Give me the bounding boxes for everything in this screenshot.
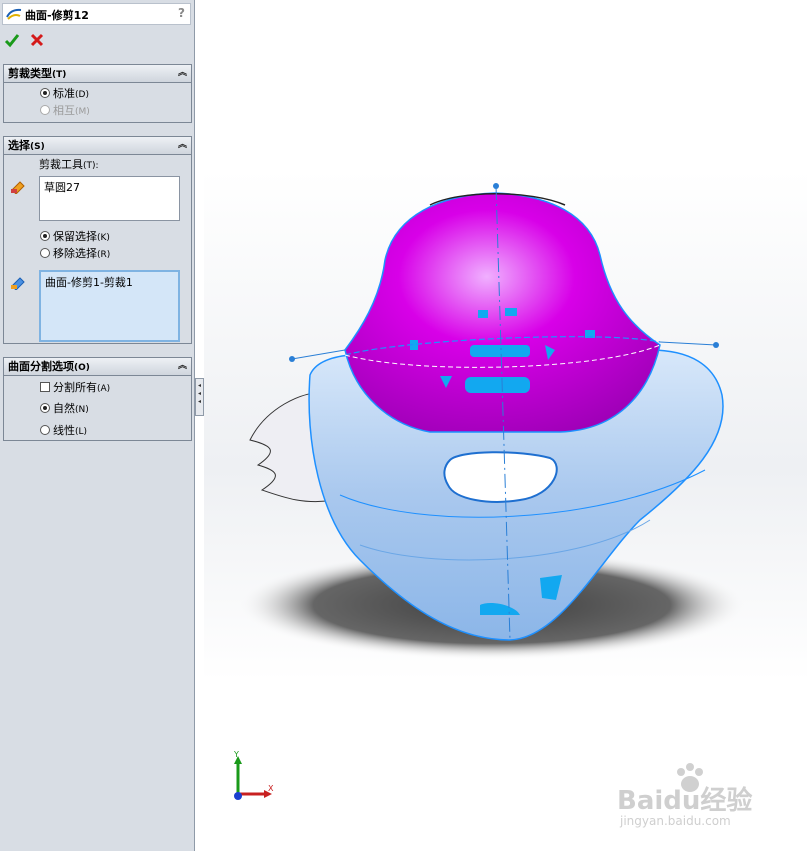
- radio-natural[interactable]: [40, 403, 50, 413]
- panel-collapse-handle[interactable]: ◂ ◂ ◂: [195, 378, 204, 416]
- collapse-chevron-icon[interactable]: ︽: [178, 137, 187, 154]
- trim-tool-hotkey: (T):: [83, 161, 99, 171]
- y-axis-label: Y: [234, 750, 239, 759]
- trim-tool-label-row: 剪裁工具(T):: [39, 157, 99, 172]
- radio-keep-selection[interactable]: [40, 231, 50, 241]
- keep-selection-label: 保留选择: [53, 230, 97, 243]
- natural-hotkey: (N): [75, 405, 89, 415]
- natural-label: 自然: [53, 402, 75, 415]
- pieces-selection-icon: [11, 277, 25, 290]
- pieces-listbox[interactable]: 曲面-修剪1-剪裁1: [39, 270, 180, 342]
- linear-hotkey: (L): [75, 427, 88, 437]
- split-all-label: 分割所有: [53, 381, 97, 394]
- checkbox-split-all[interactable]: [40, 382, 50, 392]
- cancel-x-icon[interactable]: [29, 32, 45, 48]
- feature-title: 曲面-修剪12: [25, 9, 89, 22]
- coordinate-triad: [234, 756, 272, 800]
- remove-selection-label: 移除选择: [53, 247, 97, 260]
- option-linear[interactable]: 线性(L): [40, 423, 87, 438]
- linear-label: 线性: [53, 424, 75, 437]
- radio-remove-selection[interactable]: [40, 248, 50, 258]
- option-remove-selection[interactable]: 移除选择(R): [40, 246, 110, 261]
- remove-selection-hotkey: (R): [97, 250, 111, 260]
- option-standard[interactable]: 标准(D): [40, 86, 89, 101]
- split-options-hotkey: (O): [74, 363, 90, 373]
- trim-tool-listbox[interactable]: 草圆27: [39, 176, 180, 221]
- trim-tool-selection-icon: [11, 181, 25, 194]
- pieces-item[interactable]: 曲面-修剪1-剪裁1: [45, 276, 133, 289]
- handle-line-right: [659, 341, 717, 346]
- selections-title: 选择: [8, 139, 30, 152]
- help-icon[interactable]: ?: [178, 6, 185, 20]
- model-view[interactable]: [204, 0, 807, 851]
- watermark-url: jingyan.baidu.com: [620, 814, 731, 828]
- handle-point-right[interactable]: [713, 342, 719, 348]
- trim-type-group: 剪裁类型(T) ︽ 标准(D) 相互(M): [3, 64, 192, 123]
- option-keep-selection[interactable]: 保留选择(K): [40, 229, 110, 244]
- property-manager-panel: 曲面-修剪12 ? 剪裁类型(T) ︽ 标准(D) 相互(M) 选择(S) ︽ …: [0, 0, 195, 851]
- option-standard-label: 标准: [53, 87, 75, 100]
- selections-group: 选择(S) ︽ 剪裁工具(T): 草圆27 保留选择(K) 移除选择(R) 曲面…: [3, 136, 192, 344]
- radio-mutual: [40, 105, 50, 115]
- selections-header[interactable]: 选择(S) ︽: [4, 137, 191, 155]
- split-all-hotkey: (A): [97, 384, 111, 394]
- trim-tool-label: 剪裁工具: [39, 158, 83, 171]
- surface-trim-icon: [6, 8, 22, 20]
- trim-type-header[interactable]: 剪裁类型(T) ︽: [4, 65, 191, 83]
- split-options-group: 曲面分割选项(O) ︽ 分割所有(A) 自然(N) 线性(L): [3, 357, 192, 441]
- trim-type-hotkey: (T): [52, 70, 67, 80]
- ok-check-icon[interactable]: [4, 32, 20, 48]
- handle-point-left[interactable]: [289, 356, 295, 362]
- trim-type-title: 剪裁类型: [8, 67, 52, 80]
- radio-linear[interactable]: [40, 425, 50, 435]
- split-options-title: 曲面分割选项: [8, 360, 74, 373]
- body-hole: [443, 451, 558, 503]
- selections-hotkey: (S): [30, 142, 45, 152]
- option-mutual: 相互(M): [40, 103, 90, 118]
- option-mutual-label: 相互: [53, 104, 75, 117]
- trim-tool-item[interactable]: 草圆27: [44, 181, 80, 194]
- split-options-header[interactable]: 曲面分割选项(O) ︽: [4, 358, 191, 376]
- option-split-all[interactable]: 分割所有(A): [40, 380, 110, 395]
- option-standard-hotkey: (D): [75, 90, 89, 100]
- z-axis-dot: [234, 792, 242, 800]
- collapse-chevron-icon[interactable]: ︽: [178, 358, 187, 375]
- collapse-chevron-icon[interactable]: ︽: [178, 65, 187, 82]
- watermark-brand: Baidu经验: [617, 786, 753, 816]
- option-natural[interactable]: 自然(N): [40, 401, 89, 416]
- handle-point-top[interactable]: [493, 183, 499, 189]
- feature-header: 曲面-修剪12 ?: [2, 3, 191, 25]
- x-axis-label: X: [268, 784, 274, 793]
- graphics-viewport[interactable]: Y X: [204, 0, 807, 851]
- radio-standard[interactable]: [40, 88, 50, 98]
- option-mutual-hotkey: (M): [75, 107, 90, 117]
- keep-selection-hotkey: (K): [97, 233, 110, 243]
